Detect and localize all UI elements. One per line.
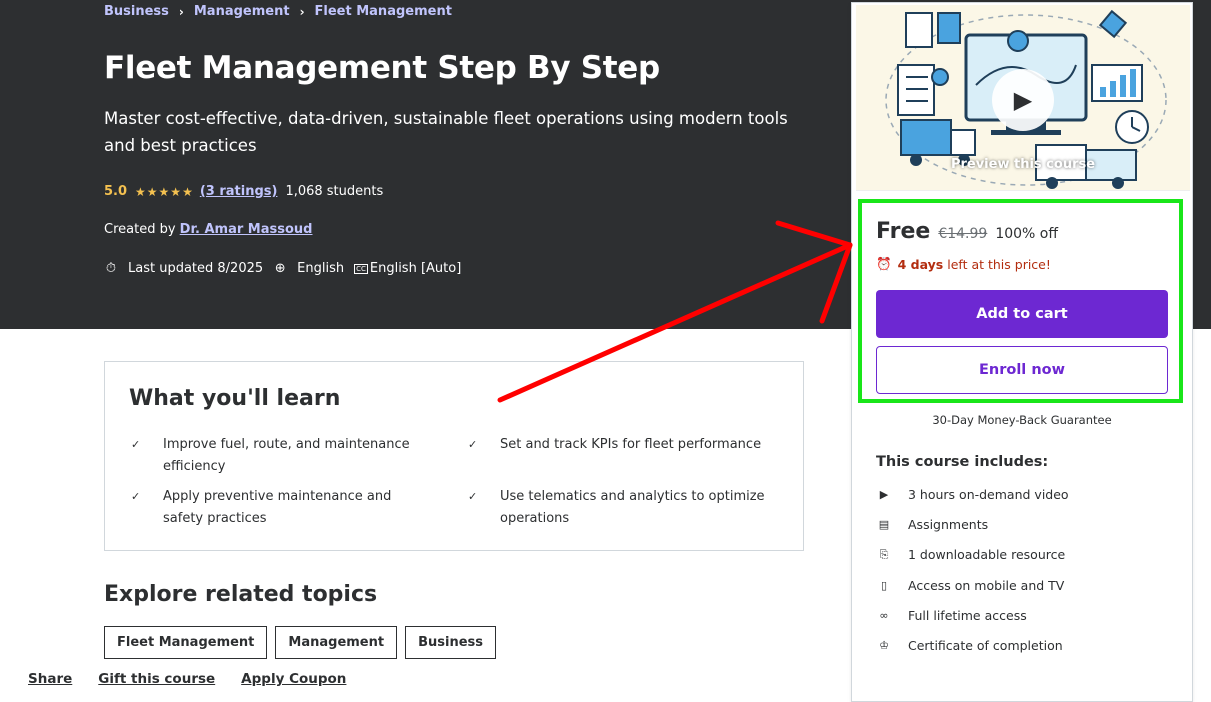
- globe-icon: ⊕: [274, 261, 286, 276]
- learn-item: ✓ Set and track KPIs for fleet performan…: [468, 434, 788, 484]
- star-rating-icon: ★★★★★: [135, 184, 194, 199]
- what-you-learn-box: What you'll learn ✓ Improve fuel, route,…: [104, 361, 804, 551]
- include-item: ∞ Full lifetime access: [876, 608, 1027, 623]
- captions: CC English [Auto]: [354, 261, 461, 276]
- check-icon: ✓: [131, 438, 141, 451]
- topic-tag-management[interactable]: Management: [275, 626, 398, 659]
- include-text: 1 downloadable resource: [908, 547, 1066, 562]
- sidebar-action-links: Share Gift this course Apply Coupon: [28, 671, 372, 687]
- topic-tag-business[interactable]: Business: [405, 626, 497, 659]
- course-subtitle: Master cost-effective, data-driven, sust…: [104, 109, 788, 155]
- infinity-icon: ∞: [879, 609, 889, 622]
- include-text: 3 hours on-demand video: [908, 487, 1069, 502]
- learn-item: ✓ Use telematics and analytics to optimi…: [468, 486, 788, 536]
- learn-item-text: Apply preventive maintenance and safety …: [163, 489, 392, 526]
- assignment-icon: ▤: [878, 518, 890, 531]
- students-count: 1,068 students: [285, 184, 384, 199]
- learn-heading: What you'll learn: [129, 386, 341, 411]
- created-by-label: Created by: [104, 222, 176, 237]
- file-download-icon: ⎘: [879, 547, 889, 561]
- chevron-right-icon: ›: [178, 4, 184, 19]
- check-icon: ✓: [468, 438, 478, 451]
- include-text: Assignments: [908, 517, 989, 532]
- instructor-link[interactable]: Dr. Amar Massoud: [180, 222, 313, 237]
- apply-coupon-link[interactable]: Apply Coupon: [241, 671, 346, 687]
- rating-row: 5.0 ★★★★★ (3 ratings) 1,068 students: [104, 184, 383, 199]
- learn-item: ✓ Apply preventive maintenance and safet…: [131, 486, 451, 536]
- gift-course-link[interactable]: Gift this course: [98, 671, 215, 687]
- include-item: ♔ Certificate of completion: [876, 638, 1063, 653]
- language: ⊕ English: [273, 261, 344, 276]
- learn-item-text: Use telematics and analytics to optimize…: [500, 489, 765, 526]
- include-item: ▯ Access on mobile and TV: [876, 578, 1064, 593]
- breadcrumb: Business › Management › Fleet Management: [104, 4, 452, 19]
- learn-item-text: Improve fuel, route, and maintenance eff…: [163, 437, 410, 474]
- learn-item-text: Set and track KPIs for fleet performance: [500, 437, 762, 452]
- breadcrumb-fleet-management[interactable]: Fleet Management: [315, 4, 452, 19]
- captions-icon: CC: [354, 263, 368, 274]
- mobile-icon: ▯: [880, 579, 888, 592]
- include-text: Full lifetime access: [908, 608, 1027, 623]
- include-text: Certificate of completion: [908, 638, 1063, 653]
- alert-clock-icon: ⏱: [105, 261, 117, 276]
- topic-tag-fleet-management[interactable]: Fleet Management: [104, 626, 268, 659]
- share-link[interactable]: Share: [28, 671, 72, 687]
- course-includes-heading: This course includes:: [876, 454, 1049, 470]
- check-icon: ✓: [131, 490, 141, 503]
- related-topics-heading: Explore related topics: [104, 582, 378, 607]
- rating-score: 5.0: [104, 184, 128, 199]
- include-text: Access on mobile and TV: [908, 578, 1065, 593]
- page-title: Fleet Management Step By Step: [104, 50, 660, 86]
- learn-item: ✓ Improve fuel, route, and maintenance e…: [131, 434, 451, 484]
- creator-line: Created by Dr. Amar Massoud: [104, 222, 312, 237]
- highlight-box-annotation: [858, 199, 1183, 403]
- language-text: English: [297, 261, 345, 276]
- preview-label: Preview this course: [950, 157, 1096, 172]
- video-icon: ▶: [879, 488, 889, 501]
- course-meta: ⏱ Last updated 8/2025 ⊕ English CC Engli…: [104, 261, 471, 276]
- last-updated-text: Last updated 8/2025: [128, 261, 264, 276]
- include-item: ▤ Assignments: [876, 517, 988, 532]
- breadcrumb-business[interactable]: Business: [104, 4, 169, 19]
- last-updated: ⏱ Last updated 8/2025: [104, 261, 263, 276]
- include-item: ⎘ 1 downloadable resource: [876, 547, 1066, 562]
- check-icon: ✓: [468, 490, 478, 503]
- captions-text: English [Auto]: [369, 261, 462, 276]
- ratings-count-link[interactable]: (3 ratings): [200, 184, 278, 199]
- chevron-right-icon: ›: [299, 4, 305, 19]
- course-preview-video[interactable]: ▶ Preview this course: [856, 5, 1190, 191]
- money-back-guarantee: 30-Day Money-Back Guarantee: [932, 413, 1112, 427]
- play-icon[interactable]: ▶: [992, 69, 1054, 131]
- include-item: ▶ 3 hours on-demand video: [876, 487, 1069, 502]
- breadcrumb-management[interactable]: Management: [194, 4, 290, 19]
- related-topics-tags: Fleet Management Management Business: [104, 626, 504, 659]
- trophy-icon: ♔: [879, 639, 889, 652]
